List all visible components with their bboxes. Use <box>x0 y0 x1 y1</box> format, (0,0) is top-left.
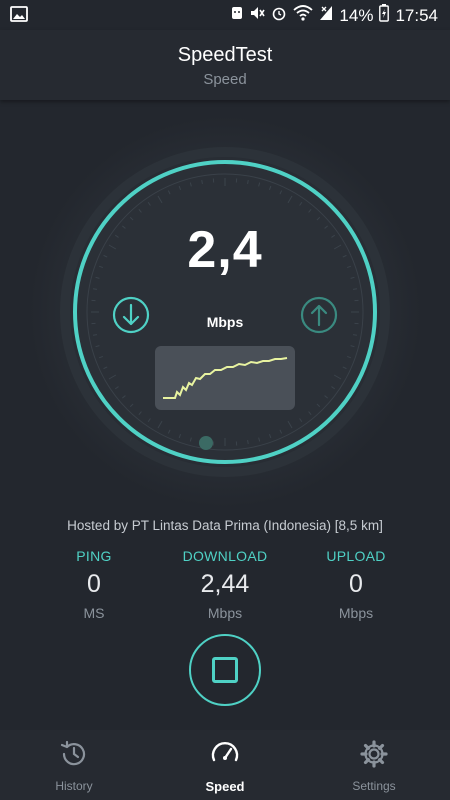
gauge-dial <box>29 116 421 508</box>
stop-icon <box>212 657 238 683</box>
nav-settings-label: Settings <box>352 779 396 793</box>
download-value: 2,44 <box>200 570 250 598</box>
speed-graph-line <box>163 357 288 399</box>
nav-history[interactable]: History <box>24 738 124 793</box>
gallery-notification-icon <box>10 6 28 27</box>
page-title: SpeedTest <box>177 44 273 66</box>
gauge-tick <box>201 179 203 185</box>
upload-stat: UPLOAD 0 Mbps <box>291 548 421 621</box>
gauge-needle-dot <box>199 436 213 450</box>
alarm-icon <box>271 5 287 26</box>
battery-icon <box>379 4 390 27</box>
gauge-tick <box>247 439 249 445</box>
gauge-tick <box>247 179 249 185</box>
download-arrow-icon <box>112 296 150 339</box>
download-unit: Mbps <box>207 605 243 621</box>
nav-speed-label: Speed <box>205 779 245 794</box>
gauge-tick <box>352 334 358 336</box>
battery-percent: 14% <box>339 5 374 25</box>
nav-history-label: History <box>55 779 93 793</box>
gauge-tick <box>92 334 98 336</box>
status-bar: 14% 17:54 <box>0 0 450 30</box>
stop-test-button[interactable] <box>189 634 261 706</box>
download-stat: DOWNLOAD 2,44 Mbps <box>160 548 290 621</box>
current-speed-unit: Mbps <box>206 314 244 330</box>
upload-label: UPLOAD <box>326 548 386 564</box>
speed-graph <box>155 346 295 410</box>
server-info: Hosted by PT Lintas Data Prima (Indonesi… <box>67 518 383 533</box>
upload-arrow-icon <box>300 296 338 339</box>
bottom-navigation: History Speed Settings <box>0 730 450 800</box>
speed-gauge: 2,4 Mbps <box>0 100 450 520</box>
gauge-tick <box>92 288 98 290</box>
upload-unit: Mbps <box>338 605 374 621</box>
nav-settings[interactable]: Settings <box>324 738 424 793</box>
page-subtitle: Speed <box>203 71 247 88</box>
ping-unit: MS <box>83 605 105 621</box>
signal-icon <box>319 5 333 26</box>
mute-icon <box>249 5 266 26</box>
speedometer-icon <box>175 738 275 775</box>
wifi-icon <box>293 5 314 26</box>
gear-icon <box>324 738 424 775</box>
current-speed-value: 2,4 <box>187 221 263 279</box>
upload-value: 0 <box>349 570 363 598</box>
nav-speed[interactable]: Speed <box>175 738 275 794</box>
ping-stat: PING 0 MS <box>29 548 159 621</box>
ping-label: PING <box>76 548 112 564</box>
history-icon <box>24 738 124 775</box>
ping-value: 0 <box>87 570 101 598</box>
notification-icon <box>231 5 243 26</box>
clock: 17:54 <box>395 5 438 25</box>
download-label: DOWNLOAD <box>182 548 268 564</box>
gauge-tick <box>352 288 358 290</box>
app-header: SpeedTest Speed <box>0 30 450 100</box>
